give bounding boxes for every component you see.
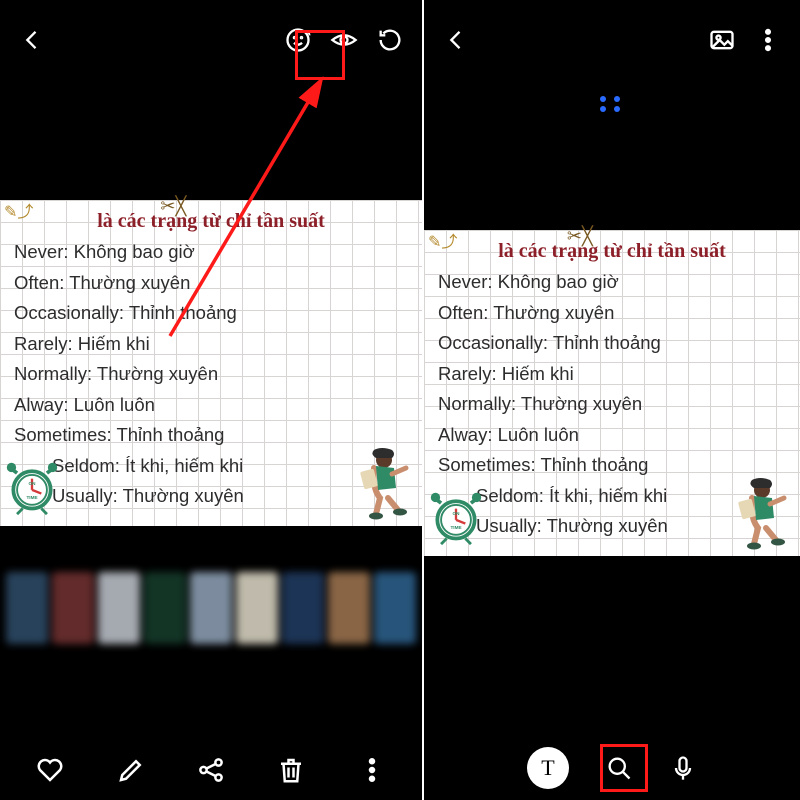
text-extract-button[interactable]: T	[527, 747, 569, 789]
alarm-clock-icon: ON TIME	[4, 460, 60, 516]
pencil-icon[interactable]	[116, 755, 146, 785]
note-card[interactable]: ✎⤴ ✂︎╳ là các trạng từ chỉ tần suất Neve…	[424, 230, 800, 556]
bird-deco-icon: ✎⤴	[428, 228, 457, 252]
top-bar	[0, 0, 422, 80]
black-gap	[424, 556, 800, 736]
note-line: Normally: Thường xuyên	[438, 389, 786, 420]
thumbnail-strip[interactable]	[0, 566, 422, 652]
svg-text:ON: ON	[29, 481, 37, 486]
trash-icon[interactable]	[276, 755, 306, 785]
mic-icon[interactable]	[669, 754, 697, 782]
note-line: Rarely: Hiếm khi	[14, 329, 408, 360]
alarm-clock-icon: ON TIME	[428, 490, 484, 546]
more-icon[interactable]	[357, 755, 387, 785]
bird-deco-icon: ✎⤴	[4, 198, 33, 222]
smile-icon[interactable]	[284, 26, 312, 54]
black-gap	[0, 526, 422, 566]
note-title: là các trạng từ chỉ tần suất	[438, 240, 786, 263]
note-line: Sometimes: Thỉnh thoảng	[14, 420, 408, 451]
svg-text:TIME: TIME	[26, 495, 37, 500]
back-icon[interactable]	[18, 26, 46, 54]
note-line: Never: Không bao giờ	[14, 237, 408, 268]
note-line: Often: Thường xuyên	[14, 268, 408, 299]
note-line: Alway: Luôn luôn	[14, 390, 408, 421]
note-line: Normally: Thường xuyên	[14, 359, 408, 390]
back-icon[interactable]	[442, 26, 470, 54]
running-person-icon	[730, 478, 796, 550]
note-line: Never: Không bao giờ	[438, 267, 786, 298]
note-line: Occasionally: Thỉnh thoảng	[438, 328, 786, 359]
note-line: Usually: Thường xuyên	[14, 481, 408, 512]
share-icon[interactable]	[196, 755, 226, 785]
image-icon[interactable]	[708, 26, 736, 54]
note-line: Alway: Luôn luôn	[438, 420, 786, 451]
eye-icon[interactable]	[330, 26, 358, 54]
top-bar	[424, 0, 800, 80]
bottom-bar	[0, 740, 422, 800]
content-area-right: ✎⤴ ✂︎╳ là các trạng từ chỉ tần suất Neve…	[424, 80, 800, 736]
more-icon[interactable]	[754, 26, 782, 54]
note-line: Often: Thường xuyên	[438, 298, 786, 329]
svg-text:ON: ON	[453, 511, 461, 516]
scissors-deco-icon: ✂︎╳	[567, 226, 593, 247]
note-line: Seldom: Ít khi, hiếm khi	[14, 451, 408, 482]
note-card[interactable]: ✎⤴ ✂︎╳ là các trạng từ chỉ tần suất Neve…	[0, 200, 422, 526]
scissors-deco-icon: ✂︎╳	[160, 196, 186, 217]
rotate-icon[interactable]	[376, 26, 404, 54]
note-title: là các trạng từ chỉ tần suất	[14, 210, 408, 233]
heart-icon[interactable]	[35, 755, 65, 785]
bottom-bar: T	[424, 736, 800, 800]
search-icon[interactable]	[605, 754, 633, 782]
note-line: Rarely: Hiếm khi	[438, 359, 786, 390]
svg-text:TIME: TIME	[450, 525, 461, 530]
running-person-icon	[352, 448, 418, 520]
content-area-left: ✎⤴ ✂︎╳ là các trạng từ chỉ tần suất Neve…	[0, 80, 422, 740]
note-line: Occasionally: Thỉnh thoảng	[14, 298, 408, 329]
phone-screen-right: ✎⤴ ✂︎╳ là các trạng từ chỉ tần suất Neve…	[424, 0, 800, 800]
note-line: Sometimes: Thỉnh thoảng	[438, 450, 786, 481]
phone-screen-left: ✎⤴ ✂︎╳ là các trạng từ chỉ tần suất Neve…	[0, 0, 424, 800]
